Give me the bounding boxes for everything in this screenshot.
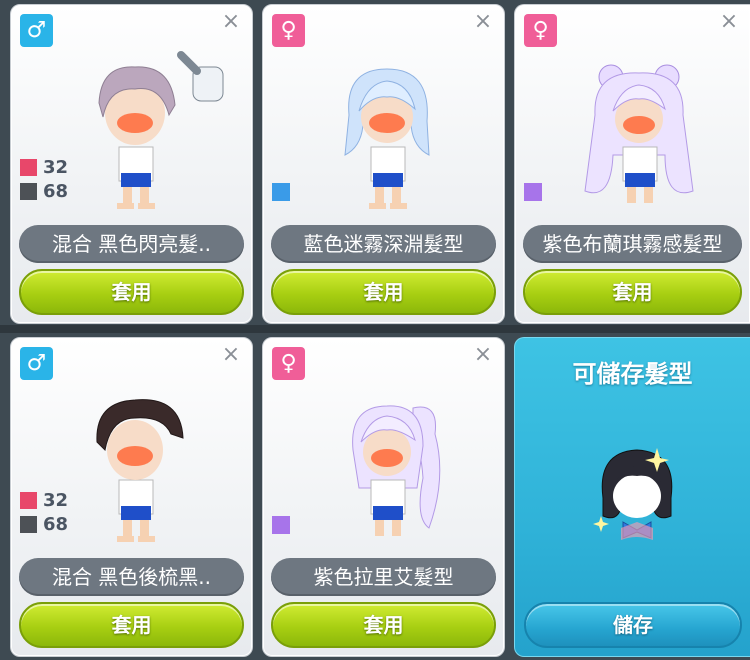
stat-value: 32 <box>43 489 69 511</box>
stat-swatch-dark <box>20 182 37 200</box>
apply-button[interactable]: 套用 <box>19 602 244 648</box>
apply-button[interactable]: 套用 <box>523 269 742 315</box>
hair-color-chip <box>524 183 542 201</box>
hairstyle-name: 紫色布蘭琪霧感髮型 <box>523 225 742 263</box>
hand-cursor-icon <box>177 51 224 102</box>
stat-value: 68 <box>43 513 69 535</box>
stat-value: 32 <box>43 156 69 178</box>
stat-list: 32 68 <box>20 488 68 536</box>
save-panel-title: 可儲存髮型 <box>572 360 693 388</box>
save-hairstyle-panel: 可儲存髮型 儲存 <box>514 337 750 657</box>
hairstyle-name: 混合 黑色閃亮髮.. <box>19 225 244 263</box>
character-body <box>107 420 163 542</box>
stat-swatch-red <box>20 491 37 509</box>
hairstyle-card-2: ♀ × 藍色迷霧深淵髮型 套用 <box>262 4 505 324</box>
hairstyle-card-4: ♂ × 32 68 混合 黑色後梳黑.. 套用 <box>10 337 253 657</box>
hair-color-chip <box>272 183 290 201</box>
hairstyle-name: 藍色迷霧深淵髮型 <box>271 225 496 263</box>
hair-color-chip <box>272 516 290 534</box>
stat-list: 32 68 <box>20 155 68 203</box>
stat-swatch-dark <box>20 515 37 533</box>
character-body <box>361 91 413 209</box>
character-body <box>105 81 165 209</box>
hairstyle-name: 紫色拉里艾髮型 <box>271 558 496 596</box>
hairstyle-card-5: ♀ × 紫色拉里艾髮型 套用 <box>262 337 505 657</box>
hairstyle-card-3: ♀ × 紫色布蘭琪霧感髮型 套用 <box>514 4 750 324</box>
avatar-preview <box>352 405 441 536</box>
apply-button[interactable]: 套用 <box>271 269 496 315</box>
stat-swatch-red <box>20 158 37 176</box>
stat-value: 68 <box>43 180 69 202</box>
hairstyle-name: 混合 黑色後梳黑.. <box>19 558 244 596</box>
hair-bob-icon <box>593 448 673 540</box>
save-button[interactable]: 儲存 <box>524 602 742 648</box>
avatar-preview <box>584 64 694 203</box>
apply-button[interactable]: 套用 <box>271 602 496 648</box>
apply-button[interactable]: 套用 <box>19 269 244 315</box>
avatar-preview <box>344 68 430 209</box>
hairstyle-card-1: ♂ × 32 68 混合 黑色閃亮髮.. 套用 <box>10 4 253 324</box>
